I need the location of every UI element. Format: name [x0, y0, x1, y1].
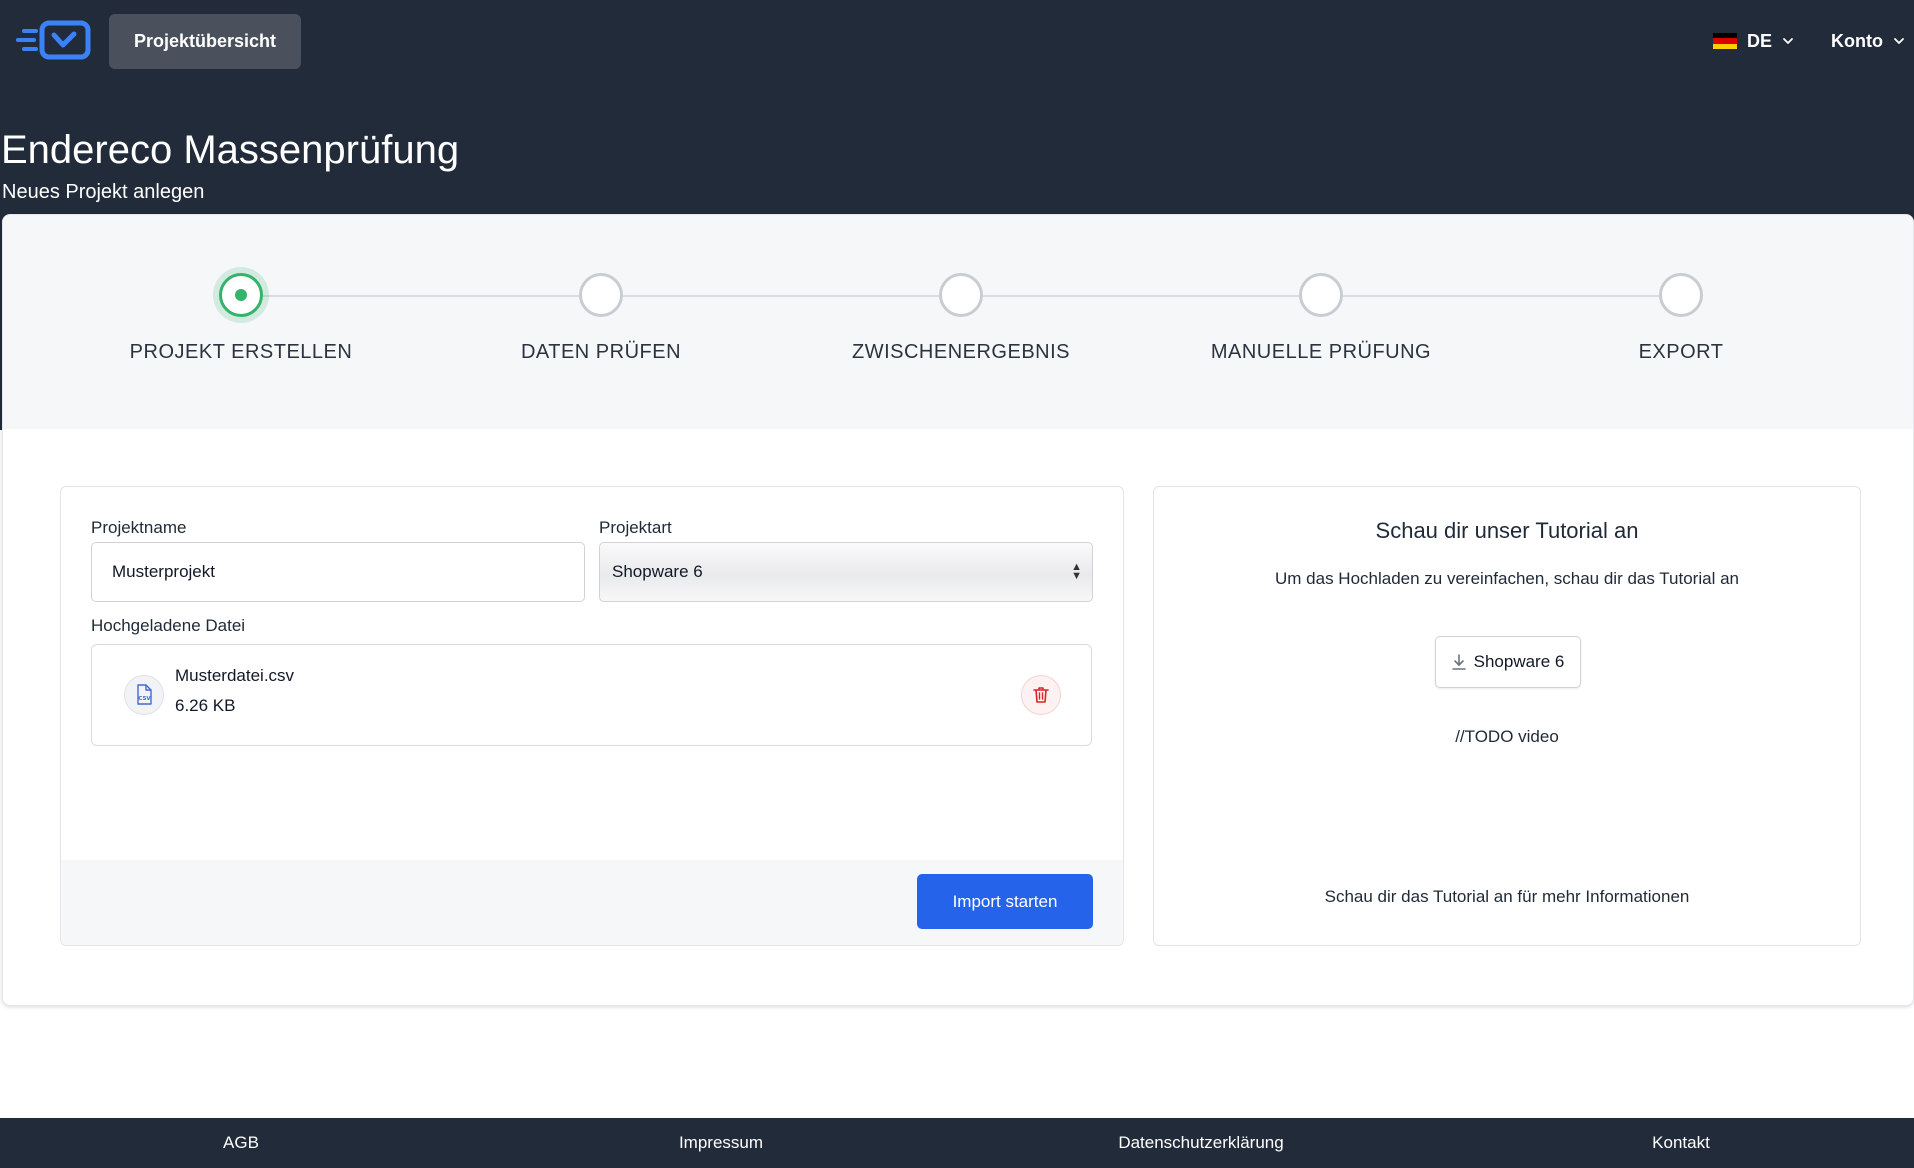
project-type-value: Shopware 6 — [612, 562, 703, 581]
step-label: EXPORT — [1638, 341, 1724, 363]
file-name: Musterdatei.csv — [175, 666, 295, 685]
file-size: 6.26 KB — [175, 696, 236, 715]
flag-de-icon — [1713, 33, 1737, 49]
tutorial-title: Schau dir unser Tutorial an — [1375, 518, 1639, 543]
project-name-value: Musterprojekt — [112, 562, 215, 581]
chevron-down-icon — [1894, 38, 1904, 44]
select-arrows-icon: ▲ ▼ — [1071, 561, 1082, 582]
project-name-label: Projektname — [91, 518, 187, 537]
language-selector[interactable]: DE — [1713, 26, 1794, 56]
top-navbar: Projektübersicht DE Konto — [0, 0, 1914, 82]
page-footer: AGB Impressum Datenschutzerklärung Konta… — [0, 1118, 1914, 1168]
project-type-select[interactable]: Shopware 6 ▲ ▼ — [599, 542, 1093, 602]
step-label: PROJEKT ERSTELLEN — [129, 341, 353, 363]
csv-file-icon: CSV — [124, 675, 164, 715]
uploaded-file-label: Hochgeladene Datei — [91, 616, 246, 635]
form-footer: Import starten — [61, 860, 1123, 945]
download-tutorial-button[interactable]: Shopware 6 — [1435, 636, 1581, 688]
download-icon — [1451, 654, 1466, 670]
tutorial-card: Schau dir unser Tutorial an Um das Hochl… — [1153, 486, 1861, 946]
language-label: DE — [1747, 30, 1773, 51]
download-tutorial-label: Shopware 6 — [1473, 652, 1565, 671]
step-label: MANUELLE PRÜFUNG — [1210, 341, 1432, 363]
account-label: Konto — [1831, 30, 1883, 51]
account-menu[interactable]: Konto — [1831, 26, 1905, 56]
step-projekt-erstellen[interactable]: PROJEKT ERSTELLEN — [61, 273, 421, 364]
tutorial-video-placeholder: //TODO video — [1455, 727, 1559, 746]
step-indicator — [579, 273, 623, 317]
trash-icon — [1033, 687, 1049, 703]
step-indicator — [1299, 273, 1343, 317]
project-overview-button[interactable]: Projektübersicht — [109, 14, 301, 69]
csv-icon-text: CSV — [138, 696, 151, 702]
footer-link-kontakt[interactable]: Kontakt — [1531, 1118, 1831, 1168]
step-indicator — [1659, 273, 1703, 317]
project-form-card: Projektname Musterprojekt Projektart Sho… — [60, 486, 1124, 946]
start-import-button[interactable]: Import starten — [917, 874, 1093, 929]
project-name-input[interactable]: Musterprojekt — [91, 542, 585, 602]
step-indicator — [939, 273, 983, 317]
delete-file-button[interactable] — [1021, 675, 1061, 715]
step-daten-pruefen[interactable]: DATEN PRÜFEN — [421, 273, 781, 364]
tutorial-description: Um das Hochladen zu vereinfachen, schau … — [1275, 569, 1739, 588]
step-indicator-active — [219, 273, 263, 317]
footer-link-datenschutz[interactable]: Datenschutzerklärung — [1051, 1118, 1351, 1168]
step-export[interactable]: EXPORT — [1501, 273, 1861, 364]
step-label: ZWISCHENERGEBNIS — [851, 341, 1071, 363]
footer-link-impressum[interactable]: Impressum — [571, 1118, 871, 1168]
project-type-label: Projektart — [599, 518, 672, 537]
step-manuelle-pruefung[interactable]: MANUELLE PRÜFUNG — [1141, 273, 1501, 364]
uploaded-file-item: CSV Musterdatei.csv 6.26 KB — [91, 644, 1092, 746]
footer-link-agb[interactable]: AGB — [91, 1118, 391, 1168]
page-title: Endereco Massenprüfung — [1, 128, 460, 172]
step-label: DATEN PRÜFEN — [520, 341, 682, 363]
step-zwischenergebnis[interactable]: ZWISCHENERGEBNIS — [781, 273, 1141, 364]
page-subtitle: Neues Projekt anlegen — [2, 181, 205, 203]
logo-icon[interactable] — [16, 20, 92, 60]
tutorial-info-text: Schau dir das Tutorial an für mehr Infor… — [1324, 887, 1690, 906]
stepper: PROJEKT ERSTELLEN DATEN PRÜFEN ZWISCHENE… — [3, 215, 1913, 429]
chevron-down-icon — [1783, 38, 1793, 44]
